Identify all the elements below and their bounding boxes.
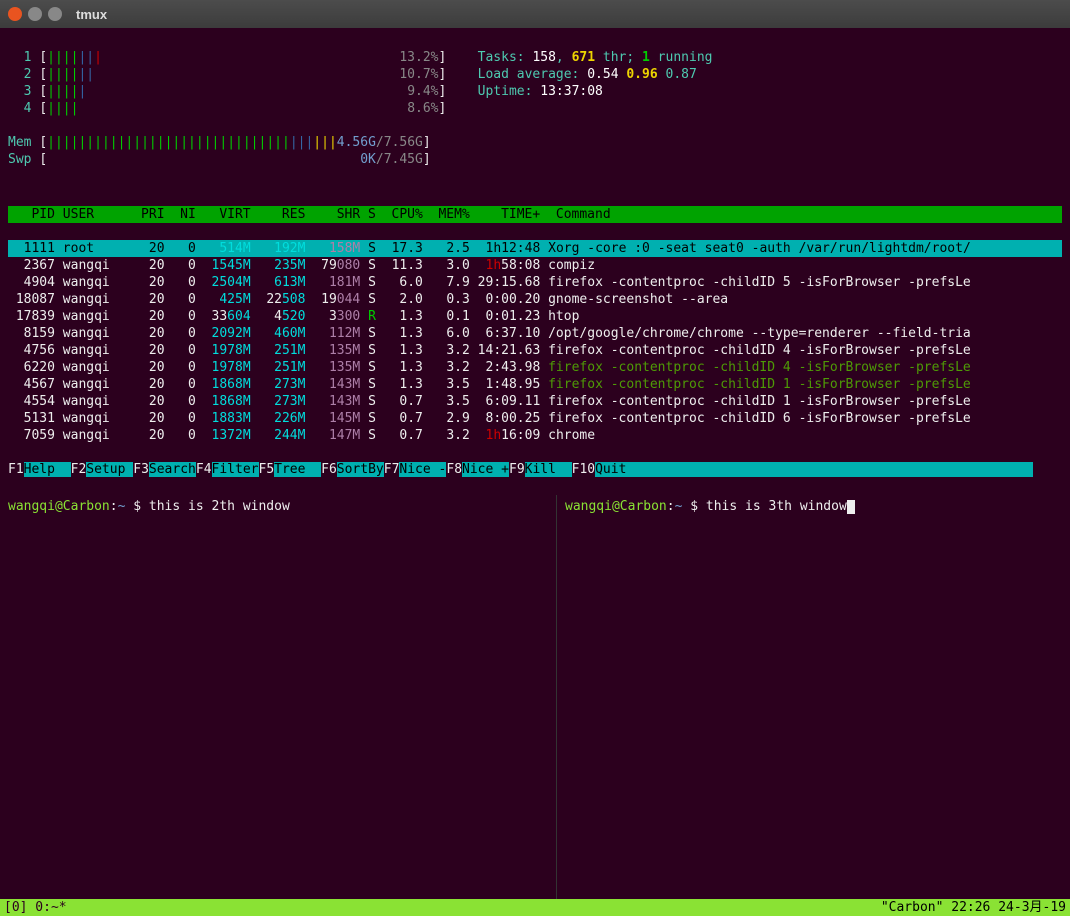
process-row[interactable]: 7059 wangqi 20 0 1372M 244M 147M S 0.7 3…	[8, 427, 1062, 444]
fkey-F7[interactable]: F7	[384, 462, 400, 477]
command-text: this is 2th window	[149, 499, 290, 514]
mem-meter: Mem [|||||||||||||||||||||||||||||||||||…	[8, 134, 1062, 151]
process-row[interactable]: 2367 wangqi 20 0 1545M 235M 79080 S 11.3…	[8, 257, 1062, 274]
status-right: "Carbon" 22:26 24-3月-19	[881, 899, 1066, 916]
process-row[interactable]: 4567 wangqi 20 0 1868M 273M 143M S 1.3 3…	[8, 376, 1062, 393]
process-row[interactable]: 5131 wangqi 20 0 1883M 226M 145M S 0.7 2…	[8, 410, 1062, 427]
fkey-F6[interactable]: F6	[321, 462, 337, 477]
swp-meter: Swp [ 0K/7.45G]	[8, 151, 1062, 168]
fkey-F3[interactable]: F3	[133, 462, 149, 477]
process-row[interactable]: 6220 wangqi 20 0 1978M 251M 135M S 1.3 3…	[8, 359, 1062, 376]
process-row[interactable]: 4904 wangqi 20 0 2504M 613M 181M S 6.0 7…	[8, 274, 1062, 291]
prompt-user: wangqi	[8, 499, 55, 514]
cpu-meter-4: 4 [|||| 8.6%]	[8, 100, 1062, 117]
process-row[interactable]: 17839 wangqi 20 0 33604 4520 3300 R 1.3 …	[8, 308, 1062, 325]
status-left: [0] 0:~*	[4, 899, 67, 916]
fkey-F8[interactable]: F8	[446, 462, 462, 477]
process-row[interactable]: 18087 wangqi 20 0 425M 22508 19044 S 2.0…	[8, 291, 1062, 308]
fkey-F4[interactable]: F4	[196, 462, 212, 477]
cpu-meter-3: 3 [||||| 9.4%] Uptime: 13:37:08	[8, 83, 1062, 100]
process-row[interactable]: 4756 wangqi 20 0 1978M 251M 135M S 1.3 3…	[8, 342, 1062, 359]
fkey-F9[interactable]: F9	[509, 462, 525, 477]
fkey-F2[interactable]: F2	[71, 462, 87, 477]
tmux-statusbar: [0] 0:~* "Carbon" 22:26 24-3月-19	[0, 899, 1070, 916]
window-title: tmux	[76, 7, 107, 22]
fkey-bar[interactable]: F1Help F2Setup F3SearchF4FilterF5Tree F6…	[8, 461, 1062, 478]
cpu-meter-2: 2 [|||||| 10.7%] Load average: 0.54 0.96…	[8, 66, 1062, 83]
process-row[interactable]: 4554 wangqi 20 0 1868M 273M 143M S 0.7 3…	[8, 393, 1062, 410]
fkey-F1[interactable]: F1	[8, 462, 24, 477]
maximize-icon[interactable]	[48, 7, 62, 21]
tmux-pane-3[interactable]: wangqi@Carbon:~ $ this is 3th window	[557, 495, 1070, 899]
window-titlebar: tmux	[0, 0, 1070, 28]
process-header[interactable]: PID USER PRI NI VIRT RES SHR S CPU% MEM%…	[8, 206, 1062, 223]
process-row[interactable]: 8159 wangqi 20 0 2092M 460M 112M S 1.3 6…	[8, 325, 1062, 342]
minimize-icon[interactable]	[28, 7, 42, 21]
command-text: this is 3th window	[706, 499, 847, 514]
fkey-F10[interactable]: F10	[572, 462, 595, 477]
htop-pane[interactable]: 1 [||||||| 13.2%] Tasks: 158, 671 thr; 1…	[0, 28, 1070, 495]
cursor-icon	[847, 500, 855, 514]
cpu-meter-1: 1 [||||||| 13.2%] Tasks: 158, 671 thr; 1…	[8, 49, 1062, 66]
process-row[interactable]: 1111 root 20 0 514M 192M 158M S 17.3 2.5…	[8, 240, 1062, 257]
fkey-F5[interactable]: F5	[259, 462, 275, 477]
close-icon[interactable]	[8, 7, 22, 21]
tmux-pane-2[interactable]: wangqi@Carbon:~ $ this is 2th window	[0, 495, 557, 899]
